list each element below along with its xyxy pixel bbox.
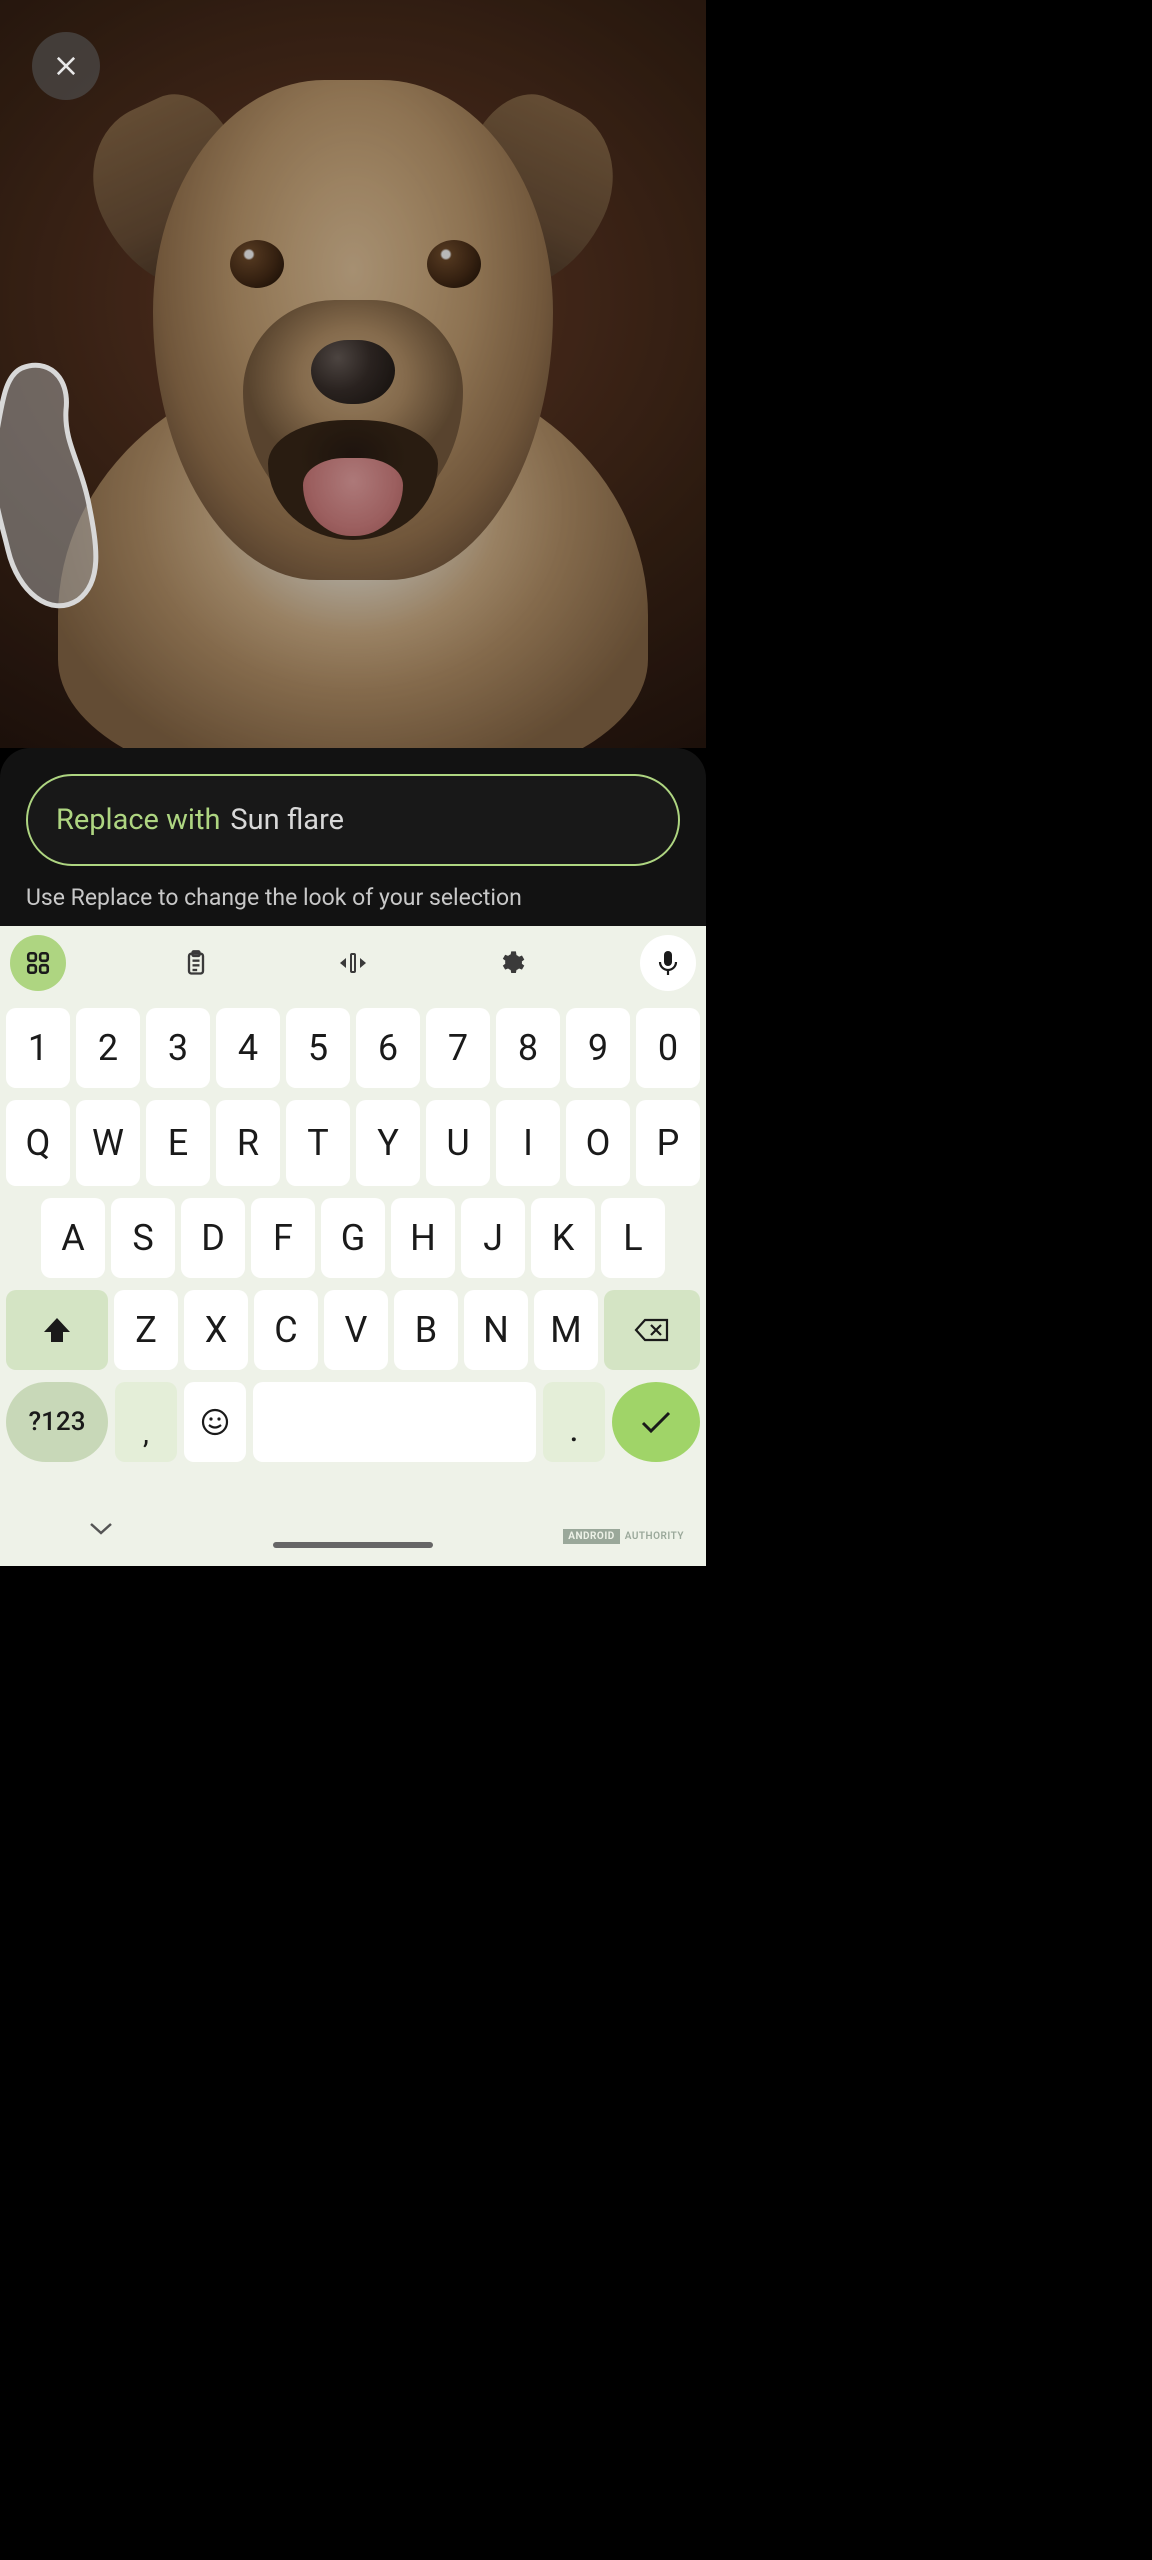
grid-icon: [25, 950, 51, 976]
key-4[interactable]: 4: [216, 1008, 280, 1088]
text-cursor-icon: [336, 951, 370, 975]
key-Y[interactable]: Y: [356, 1100, 420, 1186]
bottom-row: ?123 , .: [6, 1382, 700, 1462]
key-A[interactable]: A: [41, 1198, 105, 1278]
key-G[interactable]: G: [321, 1198, 385, 1278]
replace-input[interactable]: Replace with Sun flare: [26, 774, 680, 866]
backspace-icon: [634, 1317, 670, 1343]
keyboard-toolbar: [0, 926, 706, 1000]
key-Z[interactable]: Z: [114, 1290, 178, 1370]
input-panel: Replace with Sun flare Use Replace to ch…: [0, 748, 706, 926]
key-1[interactable]: 1: [6, 1008, 70, 1088]
shift-icon: [42, 1316, 72, 1344]
close-icon: [52, 52, 80, 80]
collapse-keyboard-button[interactable]: [88, 1520, 114, 1536]
key-B[interactable]: B: [394, 1290, 458, 1370]
settings-button[interactable]: [483, 935, 539, 991]
key-H[interactable]: H: [391, 1198, 455, 1278]
watermark-brand: ANDROID: [563, 1529, 620, 1544]
keyboard-rows: 1234567890 QWERTYUIOP ASDFGHJKL ZXCVBNM …: [0, 1000, 706, 1462]
gear-icon: [497, 949, 525, 977]
close-button[interactable]: [32, 32, 100, 100]
key-D[interactable]: D: [181, 1198, 245, 1278]
backspace-key[interactable]: [604, 1290, 700, 1370]
shift-key[interactable]: [6, 1290, 108, 1370]
key-S[interactable]: S: [111, 1198, 175, 1278]
key-Q[interactable]: Q: [6, 1100, 70, 1186]
microphone-icon: [657, 950, 679, 976]
watermark: ANDROID AUTHORITY: [563, 1529, 686, 1544]
period-key[interactable]: .: [543, 1382, 605, 1462]
key-C[interactable]: C: [254, 1290, 318, 1370]
emoji-icon: [200, 1407, 230, 1437]
key-8[interactable]: 8: [496, 1008, 560, 1088]
key-5[interactable]: 5: [286, 1008, 350, 1088]
key-9[interactable]: 9: [566, 1008, 630, 1088]
key-3[interactable]: 3: [146, 1008, 210, 1088]
key-L[interactable]: L: [601, 1198, 665, 1278]
clipboard-icon: [182, 949, 210, 977]
key-J[interactable]: J: [461, 1198, 525, 1278]
key-O[interactable]: O: [566, 1100, 630, 1186]
symbols-key[interactable]: ?123: [6, 1382, 108, 1462]
key-R[interactable]: R: [216, 1100, 280, 1186]
voice-input-button[interactable]: [640, 935, 696, 991]
key-E[interactable]: E: [146, 1100, 210, 1186]
key-K[interactable]: K: [531, 1198, 595, 1278]
checkmark-icon: [639, 1409, 673, 1435]
keyboard-footer: ANDROID AUTHORITY: [0, 1462, 706, 1566]
key-U[interactable]: U: [426, 1100, 490, 1186]
key-2[interactable]: 2: [76, 1008, 140, 1088]
key-I[interactable]: I: [496, 1100, 560, 1186]
keyboard: 1234567890 QWERTYUIOP ASDFGHJKL ZXCVBNM …: [0, 926, 706, 1566]
photo-editor-canvas[interactable]: [0, 0, 706, 748]
key-T[interactable]: T: [286, 1100, 350, 1186]
key-X[interactable]: X: [184, 1290, 248, 1370]
enter-key[interactable]: [612, 1382, 700, 1462]
key-P[interactable]: P: [636, 1100, 700, 1186]
clipboard-button[interactable]: [168, 935, 224, 991]
watermark-suffix: AUTHORITY: [623, 1529, 686, 1544]
text-cursor-button[interactable]: [325, 935, 381, 991]
dim-overlay: [0, 0, 706, 748]
key-7[interactable]: 7: [426, 1008, 490, 1088]
asdf-row: ASDFGHJKL: [6, 1198, 700, 1278]
comma-key[interactable]: ,: [115, 1382, 177, 1462]
spacebar-key[interactable]: [253, 1382, 536, 1462]
input-value: Sun flare: [230, 803, 344, 837]
number-row: 1234567890: [6, 1008, 700, 1088]
qwerty-row: QWERTYUIOP: [6, 1100, 700, 1186]
navigation-handle[interactable]: [273, 1542, 433, 1548]
key-F[interactable]: F: [251, 1198, 315, 1278]
zxcv-row: ZXCVBNM: [6, 1290, 700, 1370]
input-hint: Use Replace to change the look of your s…: [26, 884, 680, 911]
emoji-key[interactable]: [184, 1382, 246, 1462]
keyboard-apps-button[interactable]: [10, 935, 66, 991]
key-0[interactable]: 0: [636, 1008, 700, 1088]
key-N[interactable]: N: [464, 1290, 528, 1370]
key-V[interactable]: V: [324, 1290, 388, 1370]
key-M[interactable]: M: [534, 1290, 598, 1370]
key-W[interactable]: W: [76, 1100, 140, 1186]
key-6[interactable]: 6: [356, 1008, 420, 1088]
input-label: Replace with: [56, 803, 220, 837]
